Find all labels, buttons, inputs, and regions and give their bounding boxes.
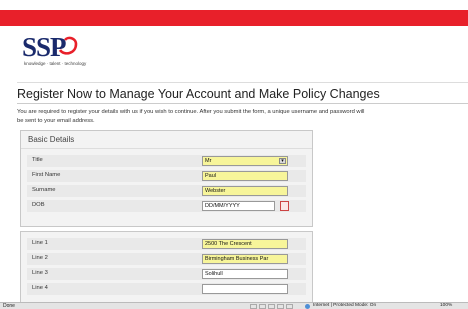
line1-row: Line 1 2500 The Crescent: [27, 238, 306, 250]
logo-tagline: knowledge · talent · technology: [24, 61, 87, 66]
browser-top-strip: [0, 0, 468, 10]
line2-label: Line 2: [32, 255, 48, 261]
status-text: Done: [3, 303, 15, 309]
title-select-value: Mr: [205, 158, 212, 164]
globe-icon: [305, 304, 310, 309]
dob-label: DOB: [32, 202, 45, 208]
title-row: Title Mr ▾: [27, 155, 306, 167]
intro-text: You are required to register your detail…: [17, 109, 365, 124]
line3-label: Line 3: [32, 270, 48, 276]
first-name-field[interactable]: Paul: [202, 171, 288, 181]
line3-row: Line 3 Solihull: [27, 268, 306, 280]
header-divider: [17, 82, 468, 83]
line1-field[interactable]: 2500 The Crescent: [202, 239, 288, 249]
surname-label: Surname: [32, 187, 56, 193]
line4-row: Line 4: [27, 283, 306, 295]
first-name-row: First Name Paul: [27, 170, 306, 182]
title-label: Title: [32, 157, 43, 163]
status-cell: [277, 304, 284, 309]
line1-label: Line 1: [32, 240, 48, 246]
logo-swoosh-icon: [58, 36, 78, 55]
surname-row: Surname Webster: [27, 185, 306, 197]
page-title: Register Now to Manage Your Account and …: [17, 87, 380, 101]
line3-field[interactable]: Solihull: [202, 269, 288, 279]
dob-field[interactable]: DD/MM/YYYY: [202, 201, 275, 211]
brand-header-bar: [0, 10, 468, 26]
calendar-icon[interactable]: [280, 201, 289, 211]
dob-row: DOB DD/MM/YYYY: [27, 200, 306, 212]
section-header: Basic Details: [21, 131, 312, 149]
line4-label: Line 4: [32, 285, 48, 291]
first-name-label: First Name: [32, 172, 61, 178]
zoom-level[interactable]: 100%: [440, 303, 452, 309]
status-cell: [286, 304, 293, 309]
browser-status-bar: Done Internet | Protected Mode: On 100%: [0, 302, 468, 309]
line4-field[interactable]: [202, 284, 288, 294]
status-cell: [259, 304, 266, 309]
ssp-logo[interactable]: SSP knowledge · talent · technology: [22, 32, 100, 74]
section-title: Basic Details: [28, 135, 75, 144]
title-divider: [17, 103, 468, 104]
line2-row: Line 2 Birmingham Business Par: [27, 253, 306, 265]
security-zone-text[interactable]: Internet | Protected Mode: On: [313, 303, 376, 309]
basic-details-section: Basic Details Title Mr ▾ First Name Paul…: [20, 130, 313, 227]
address-section: Line 1 2500 The Crescent Line 2 Birmingh…: [20, 231, 313, 309]
status-cell: [250, 304, 257, 309]
surname-field[interactable]: Webster: [202, 186, 288, 196]
title-select[interactable]: Mr ▾: [202, 156, 288, 166]
status-cell: [268, 304, 275, 309]
line2-field[interactable]: Birmingham Business Par: [202, 254, 288, 264]
chevron-down-icon[interactable]: ▾: [279, 158, 286, 164]
